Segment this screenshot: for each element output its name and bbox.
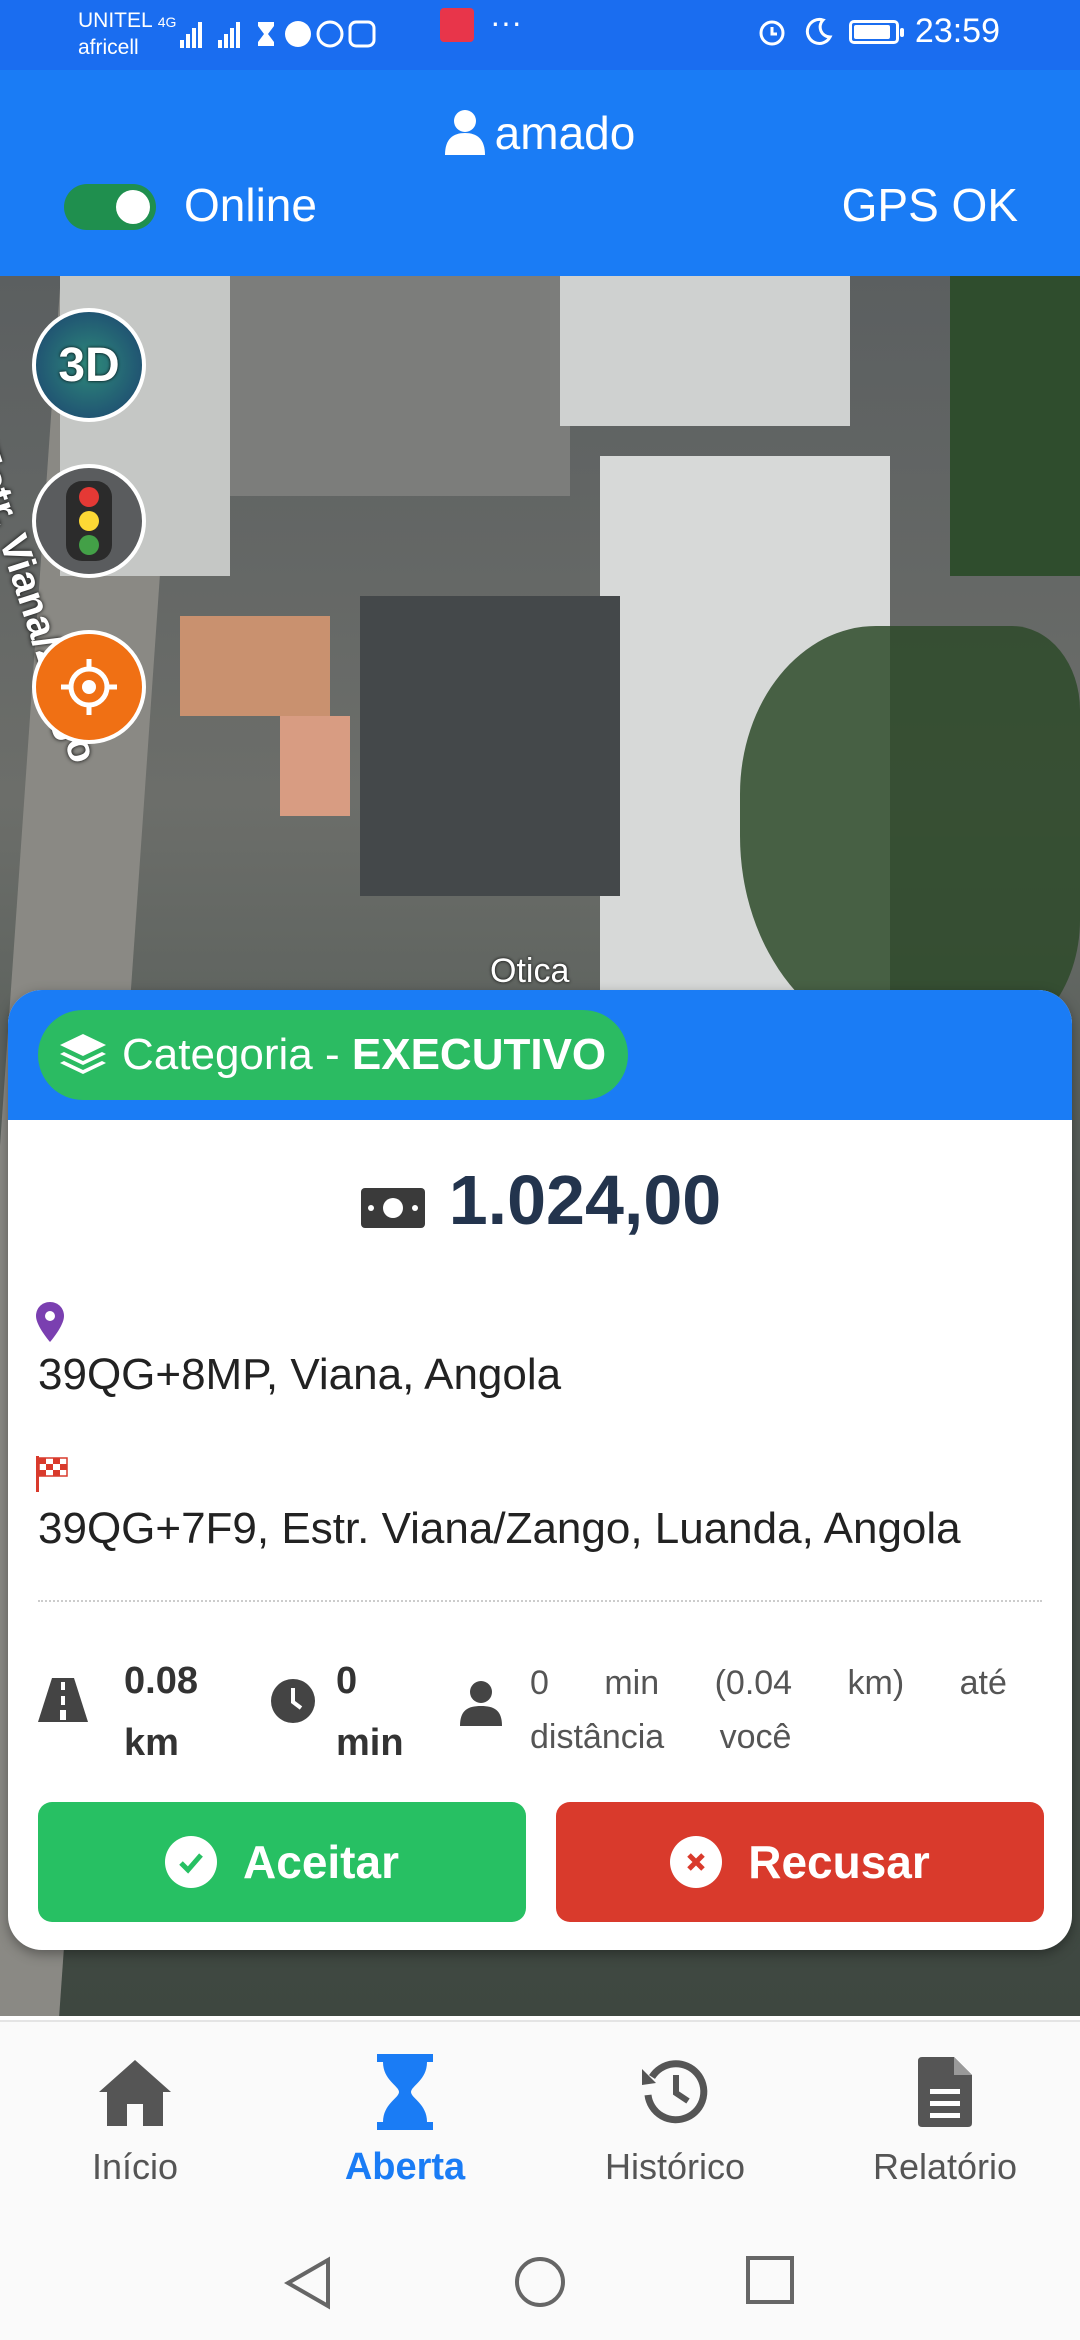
status-bar: UNITEL 4G africell ··· 23:59: [0, 0, 1080, 70]
back-icon[interactable]: [284, 2256, 332, 2310]
category-prefix: Categoria -: [122, 1030, 352, 1079]
network-type: 4G: [157, 14, 177, 30]
price-value: 1.024,00: [448, 1161, 722, 1239]
traffic-light-icon: [66, 481, 112, 561]
username: amado: [494, 107, 636, 159]
carrier-info: UNITEL 4G africell: [78, 8, 176, 60]
distance-to-you-text: 0 min (0.04 km) até distância você: [530, 1664, 1007, 1756]
user-icon: [444, 110, 485, 155]
time-unit: min: [336, 1722, 404, 1764]
check-icon: [165, 1836, 218, 1888]
traffic-button[interactable]: [32, 464, 146, 578]
map-building: [560, 276, 850, 426]
online-toggle[interactable]: [64, 184, 156, 230]
home-icon: [99, 2060, 171, 2126]
map-building: [180, 616, 330, 716]
map-trees: [740, 626, 1080, 1046]
shop-app-icon: [440, 8, 474, 42]
category-value: EXECUTIVO: [351, 1030, 607, 1079]
map-trees: [950, 276, 1080, 576]
ride-request-card: Categoria - EXECUTIVO 1.024,00 39QG+8MP,…: [8, 990, 1072, 1950]
recents-icon[interactable]: [746, 2256, 794, 2304]
online-label: Online: [184, 179, 317, 231]
accept-label: Aceitar: [243, 1836, 399, 1888]
locate-me-button[interactable]: [32, 630, 146, 744]
category-badge: Categoria - EXECUTIVO: [38, 1010, 629, 1100]
signal-icons: [180, 18, 390, 59]
road-icon: [38, 1678, 88, 1722]
3d-label: 3D: [58, 338, 120, 392]
destination-flag-icon: [36, 1456, 68, 1492]
accept-button[interactable]: Aceitar: [38, 1802, 526, 1922]
status-right: 23:59: [757, 12, 1000, 51]
user-row: amado: [0, 106, 1080, 160]
hourglass-icon: [377, 2054, 433, 2130]
divider: [38, 1600, 1042, 1602]
map-building: [280, 716, 350, 816]
money-icon: [360, 1188, 425, 1228]
person-icon: [460, 1681, 502, 1726]
refuse-button[interactable]: Recusar: [556, 1802, 1044, 1922]
app-header: amado Online GPS OK: [0, 70, 1080, 276]
map-poi-label: Otica: [490, 952, 570, 990]
card-header: Categoria - EXECUTIVO: [8, 990, 1072, 1120]
destination-address: 39QG+7F9, Estr. Viana/Zango, Luanda, Ang…: [38, 1504, 961, 1553]
nav-label: Início: [91, 2146, 179, 2187]
history-icon: [642, 2060, 708, 2124]
distance-value: 0.08: [124, 1660, 198, 1702]
report-icon: [918, 2057, 972, 2127]
carrier-name-2: africell: [78, 36, 139, 59]
carrier-name: UNITEL: [78, 9, 152, 32]
nav-label: Histórico: [604, 2146, 746, 2187]
pickup-address: 39QG+8MP, Viana, Angola: [38, 1350, 562, 1399]
nav-label: Aberta: [344, 2146, 466, 2188]
alarm-icon: [759, 20, 785, 45]
close-icon: [670, 1836, 723, 1888]
nav-item-aberta[interactable]: Aberta: [270, 2052, 540, 2189]
moon-icon: [805, 17, 833, 45]
nav-item-historico[interactable]: Histórico: [540, 2052, 810, 2188]
pickup-pin-icon: [36, 1302, 64, 1342]
clock-icon: [271, 1679, 315, 1723]
battery-icon: [848, 19, 904, 44]
notification-icons: [180, 20, 376, 48]
bottom-navigation: Início Aberta Histórico Relatório: [0, 2020, 1080, 2222]
nav-item-relatorio[interactable]: Relatório: [810, 2052, 1080, 2188]
more-notifications-indicator: ···: [490, 4, 522, 40]
gps-status: GPS OK: [841, 179, 1018, 231]
nav-item-inicio[interactable]: Início: [0, 2052, 270, 2188]
distance-unit: km: [124, 1722, 179, 1764]
crosshair-icon: [61, 659, 117, 715]
refuse-label: Recusar: [748, 1836, 930, 1888]
nav-label: Relatório: [872, 2146, 1018, 2187]
price: 1.024,00: [8, 1160, 1072, 1240]
3d-view-button[interactable]: 3D: [32, 308, 146, 422]
home-circle-icon[interactable]: [514, 2256, 566, 2308]
map-building: [360, 596, 620, 896]
time-value: 0: [336, 1660, 358, 1702]
layers-icon: [60, 1034, 106, 1074]
system-navigation-bar: [0, 2220, 1080, 2340]
clock: 23:59: [914, 12, 1000, 50]
